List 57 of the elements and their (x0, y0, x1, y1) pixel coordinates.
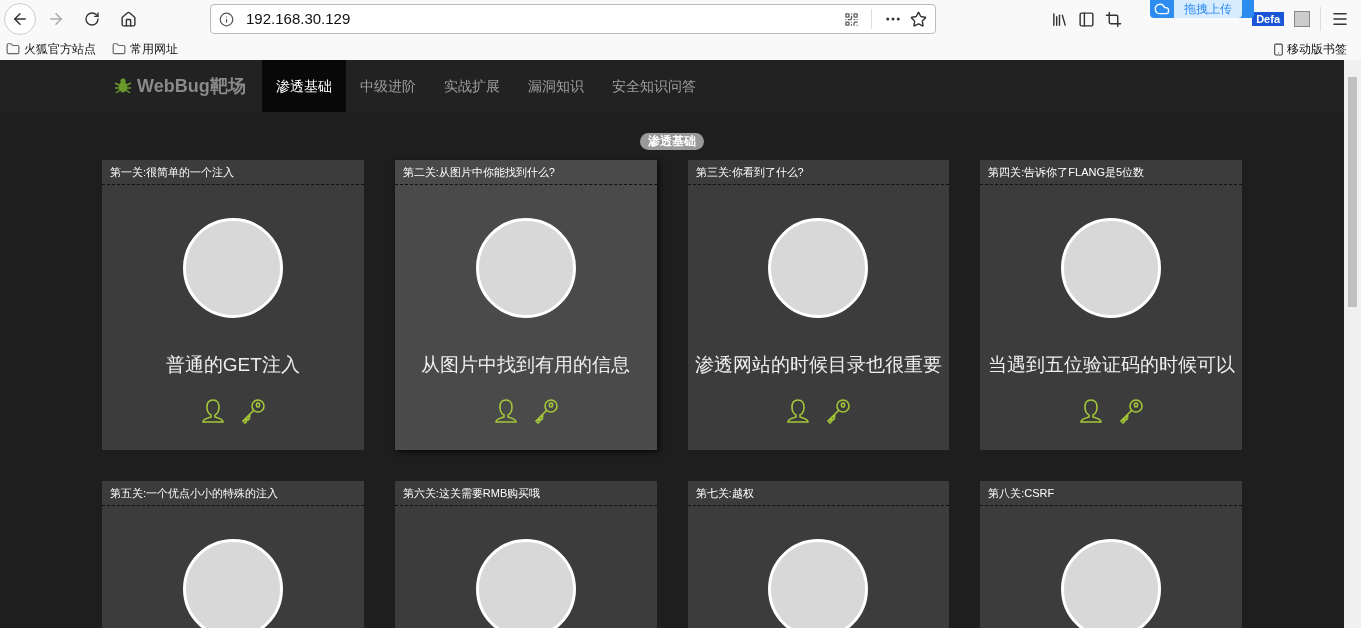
level-card[interactable]: 第六关:这关需要RMB购买哦 (394, 481, 657, 628)
scrollbar[interactable] (1344, 60, 1361, 628)
card-title: 第四关:告诉你了FLANG是5位数 (988, 164, 1145, 180)
user-icon[interactable] (492, 397, 519, 424)
level-card[interactable]: 第四关:告诉你了FLANG是5位数 当遇到五位验证码的时候可以 (980, 160, 1242, 450)
info-icon[interactable] (219, 11, 234, 27)
level-card[interactable]: 第八关:CSRF (980, 481, 1242, 628)
url-text: 192.168.30.129 (246, 8, 351, 29)
qr-code-icon[interactable] (844, 11, 859, 27)
extension-badge[interactable]: Defa (1252, 12, 1284, 26)
level-card[interactable]: 第五关:一个优点小小的特殊的注入 (102, 481, 364, 628)
reload-icon[interactable] (84, 11, 100, 27)
key-icon[interactable] (239, 397, 266, 424)
folder-icon[interactable] (6, 42, 20, 56)
nav-tab[interactable]: 安全知识问答 (597, 60, 710, 112)
card-caption: 从图片中找到有用的信息 (421, 353, 631, 377)
card-title: 第三关:你看到了什么? (695, 164, 804, 180)
phone-icon[interactable] (1272, 42, 1285, 56)
card-caption: 渗透网站的时候目录也很重要 (694, 353, 942, 377)
card-caption: 当遇到五位验证码的时候可以 (987, 353, 1235, 377)
nav-tab[interactable]: 实战扩展 (429, 60, 514, 112)
user-icon[interactable] (1078, 397, 1105, 424)
crop-icon[interactable] (1105, 10, 1123, 28)
address-bar[interactable]: 192.168.30.129 (210, 4, 936, 34)
home-icon[interactable] (119, 10, 137, 28)
cloud-icon (1154, 1, 1170, 17)
key-icon[interactable] (825, 397, 852, 424)
menu-icon[interactable] (1331, 10, 1349, 28)
back-button[interactable] (4, 3, 36, 35)
level-card[interactable]: 第二关:从图片中你能找到什么? 从图片中找到有用的信息 (394, 160, 657, 450)
star-icon[interactable] (910, 10, 927, 28)
level-card[interactable]: 第三关:你看到了什么? 渗透网站的时候目录也很重要 (687, 160, 950, 450)
user-icon[interactable] (785, 397, 812, 424)
card-caption: 普通的GET注入 (165, 353, 300, 377)
nav-tab[interactable]: 渗透基础 (261, 60, 346, 112)
card-title: 第六关:这关需要RMB购买哦 (402, 485, 541, 501)
library-icon[interactable] (1051, 10, 1069, 28)
level-card[interactable]: 第七关:越权 (687, 481, 950, 628)
card-title: 第二关:从图片中你能找到什么? (402, 164, 555, 180)
level-card[interactable]: 第一关:很简单的一个注入 普通的GET注入 (102, 160, 364, 450)
bug-logo-icon (113, 76, 133, 96)
site-logo[interactable]: WebBug靶场 (137, 72, 246, 100)
key-icon[interactable] (1118, 397, 1145, 424)
card-title: 第五关:一个优点小小的特殊的注入 (110, 485, 279, 501)
nav-tab[interactable]: 漏洞知识 (513, 60, 598, 112)
bookmark-link[interactable]: 火狐官方站点 (6, 40, 96, 58)
mobile-bookmarks-link[interactable]: 移动版书签 (1272, 40, 1347, 58)
key-icon[interactable] (532, 397, 559, 424)
card-title: 第一关:很简单的一个注入 (110, 164, 235, 180)
user-icon[interactable] (199, 397, 226, 424)
sidebar-icon[interactable] (1078, 10, 1096, 28)
folder-icon[interactable] (112, 42, 126, 56)
card-title: 第七关:越权 (695, 485, 754, 501)
bookmark-link[interactable]: 常用网址 (112, 40, 178, 58)
section-badge: 渗透基础 (640, 133, 704, 150)
nav-tab[interactable]: 中级进阶 (345, 60, 430, 112)
card-title: 第八关:CSRF (988, 485, 1055, 501)
